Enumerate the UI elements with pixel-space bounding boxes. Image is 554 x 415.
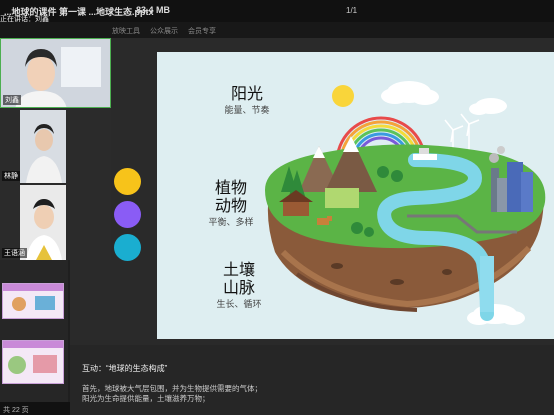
notes-heading: 互动：“地球的生态构成” (82, 364, 168, 373)
page-indicator: 1/1 (346, 6, 358, 15)
participant-name: 林静 (2, 171, 20, 181)
thumbnail-graphic-icon (3, 284, 63, 311)
toolbar-item-tools[interactable]: 放映工具 (112, 26, 140, 36)
status-bar: 共 22 页 (0, 402, 70, 415)
toolbar-item-public[interactable]: 公众展示 (150, 26, 178, 36)
toolbar: 放映工具 公众展示 会员专享 (0, 22, 554, 38)
color-dot[interactable] (114, 168, 141, 195)
file-size: 83.4 MB (136, 5, 171, 15)
video-tile[interactable]: 刘鑫 (0, 38, 111, 108)
waterfall-icon (480, 256, 494, 312)
factory-icon (489, 146, 533, 212)
video-participant-list: 刘鑫 林静 王语涵 (0, 38, 111, 260)
slide-thumbnail[interactable] (2, 283, 64, 319)
toolbar-item-member[interactable]: 会员专享 (188, 26, 216, 36)
video-tile[interactable]: 王语涵 (0, 185, 111, 260)
page-count: 共 22 页 (3, 407, 29, 414)
slide-thumbnail[interactable] (2, 340, 64, 384)
participant-name: 王语涵 (2, 248, 27, 258)
notes-line: 阳光为生命提供能量，土壤滋养万物； (82, 394, 210, 403)
speaking-indicator: 正在讲话：刘鑫 (0, 16, 49, 23)
slide-canvas: 阳光 能量、节奏 植物 动物 平衡、多样 土壤 山脉 生长、循环 (157, 52, 554, 339)
farmland-icon (325, 188, 359, 208)
sun-icon (332, 85, 354, 107)
participant-name: 刘鑫 (3, 95, 21, 105)
title-bar: ...地球的课件 第一课 ...地球生态.pptx 83.4 MB 1/1 (0, 0, 554, 22)
ecosystem-illustration (265, 81, 546, 325)
video-tile[interactable]: 林静 (0, 110, 111, 183)
thumbnail-graphic-icon (3, 341, 63, 374)
color-dot[interactable] (114, 234, 141, 261)
presenter-notes: 互动：“地球的生态构成” 首先，地球被大气层包围，并为生物提供需要的气体； 阳光… (70, 345, 554, 415)
color-dot[interactable] (114, 201, 141, 228)
